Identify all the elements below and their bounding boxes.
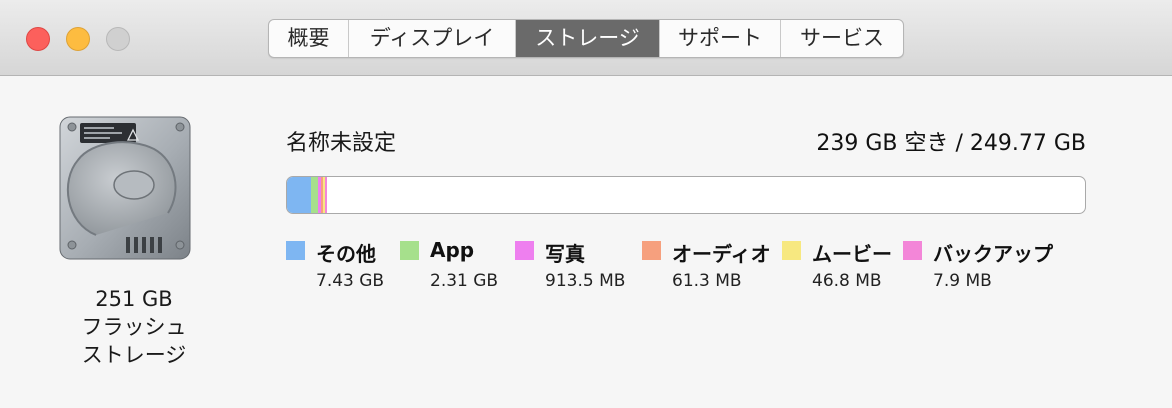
- volume-capacity: 239 GB 空き / 249.77 GB: [816, 131, 1086, 156]
- legend-swatch: [400, 241, 419, 260]
- legend-label: その他: [316, 242, 376, 266]
- usage-segment-apps: [310, 177, 319, 213]
- tab-support[interactable]: サポート: [660, 20, 781, 57]
- volume-name: 名称未設定: [286, 131, 397, 156]
- tab-service[interactable]: サービス: [781, 20, 903, 57]
- tab-overview[interactable]: 概要: [269, 20, 349, 57]
- tab-bar: 概要 ディスプレイ ストレージ サポート サービス: [268, 19, 904, 58]
- close-window-button[interactable]: [26, 27, 50, 51]
- tab-displays[interactable]: ディスプレイ: [349, 20, 516, 57]
- legend-label: オーディオ: [672, 242, 771, 266]
- drive-caption: 251 GB フラッシュ ストレージ: [52, 285, 216, 369]
- legend-size: 7.9 MB: [933, 271, 992, 291]
- drive-type-label-1: フラッシュ: [81, 315, 187, 339]
- drive-type-label-2: ストレージ: [81, 343, 187, 367]
- legend-label: ムービー: [812, 242, 892, 266]
- drive-capacity-label: 251 GB: [95, 287, 173, 311]
- legend-swatch: [515, 241, 534, 260]
- zoom-window-button[interactable]: [106, 27, 130, 51]
- usage-segment-backups: [325, 177, 328, 213]
- legend-size: 46.8 MB: [812, 271, 882, 291]
- storage-usage-bar: [286, 176, 1086, 214]
- legend-size: 7.43 GB: [316, 271, 385, 291]
- legend-swatch: [782, 241, 801, 260]
- legend-swatch: [286, 241, 305, 260]
- minimize-window-button[interactable]: [66, 27, 90, 51]
- legend-swatch: [642, 241, 661, 260]
- tab-storage[interactable]: ストレージ: [516, 20, 660, 57]
- legend-size: 61.3 MB: [672, 271, 742, 291]
- hard-drive-icon: [56, 115, 194, 265]
- legend-label: バックアップ: [933, 242, 1053, 266]
- legend-label: App: [430, 238, 475, 262]
- window-titlebar: 概要 ディスプレイ ストレージ サポート サービス: [0, 0, 1172, 76]
- usage-segment-other: [287, 177, 311, 213]
- legend-size: 2.31 GB: [430, 271, 499, 291]
- legend-label: 写真: [545, 242, 585, 266]
- legend-swatch: [903, 241, 922, 260]
- legend-size: 913.5 MB: [545, 271, 626, 291]
